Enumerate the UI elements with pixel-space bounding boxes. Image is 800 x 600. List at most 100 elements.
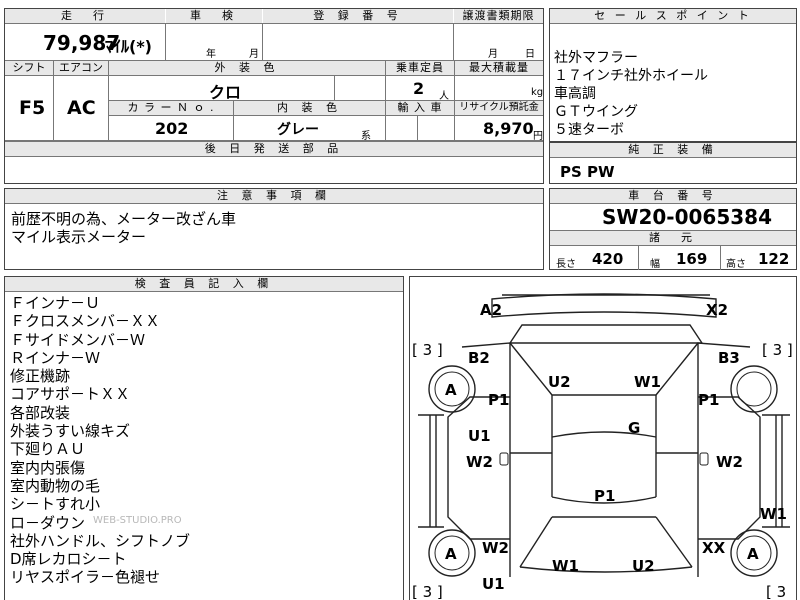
interior-color-suffix: 系 [361, 131, 371, 142]
code-label: W1 [552, 557, 579, 575]
sales-point-item: ＧＴウイング [554, 104, 638, 120]
inspector-line: Ｒインナ－Ｗ [10, 348, 101, 367]
code-label: U2 [632, 557, 655, 575]
code-label: G [628, 419, 641, 437]
recycle-value: 8,970 [483, 119, 534, 138]
dims-divider-1 [638, 245, 639, 270]
watermark: WEB-STUDIO.PRO [93, 515, 182, 526]
chassis-header: 車 台 番 号 [550, 189, 796, 204]
dims-divider-2 [720, 245, 721, 270]
exterior-color-cell-b [335, 75, 386, 101]
interior-color-header: 内 装 色 [234, 101, 386, 116]
max-load-header: 最大積載量 [455, 61, 543, 76]
transfer-header: 譲渡書類期限 [454, 9, 543, 24]
notes-text: 前歴不明の為、メーター改ざん車 マイル表示メーター [11, 210, 236, 246]
parts-header: 後 日 発 送 部 品 [5, 141, 543, 157]
ac-header: エアコン [54, 61, 109, 76]
inspector-list: Ｆインナ－Ｕ Ｆクロスメンバ－ＸＸ Ｆサイドメンバ－Ｗ Ｒインナ－Ｗ 修正機跡 … [10, 294, 190, 587]
inspector-line: シ－トすれ小 [10, 495, 101, 514]
interior-color-value: グレー [277, 122, 319, 138]
equipment-value: PS PW [560, 163, 615, 181]
sales-points-list: 社外マフラー １７インチ社外ホイール 車高調 ＧＴウイング ５速ターボ [554, 49, 708, 139]
recycle-header: リサイクル預託金 [455, 101, 543, 116]
recycle-unit: 円 [533, 131, 543, 142]
inspector-line: Ｆサイドメンバ－Ｗ [10, 330, 146, 349]
code-label: [ 3 ] [412, 583, 443, 600]
chassis-value: SW20-0065384 [602, 205, 773, 229]
inspector-line: 社外ハンドル、シフトノブ [10, 531, 191, 550]
code-label: P1 [594, 487, 616, 505]
exterior-color-header: 外 装 色 [109, 61, 386, 76]
height-label: 高さ [726, 259, 746, 270]
code-label: W2 [716, 453, 743, 471]
notes-line: 前歴不明の為、メーター改ざん車 [11, 210, 237, 228]
code-label: A2 [480, 301, 503, 319]
code-label: B3 [718, 349, 740, 367]
color-no-value: 202 [155, 119, 189, 138]
mileage-unit: ﾏｲﾙ(*) [105, 37, 152, 56]
equipment-header: 純 正 装 備 [550, 143, 796, 158]
length-label: 長さ [556, 259, 576, 270]
width-label: 幅 [650, 259, 660, 270]
sales-point-item: ５速ターボ [554, 122, 624, 138]
shift-header: シフト [5, 61, 54, 76]
notes-line: マイル表示メーター [11, 228, 147, 246]
code-label: [ 3 ] [412, 341, 443, 359]
code-label: W2 [466, 453, 493, 471]
code-label: P1 [698, 391, 720, 409]
sales-point-item: 社外マフラー [554, 50, 638, 66]
ac-value: AC [67, 97, 96, 119]
transfer-day: 日 [525, 49, 535, 60]
length-value: 420 [592, 250, 624, 268]
inspector-line: 下廻りＡＵ [10, 440, 86, 459]
inspector-line: D席レカロシ－ト [10, 550, 127, 569]
transfer-month: 月 [488, 49, 498, 60]
inspector-line: Ｆクロスメンバ－ＸＸ [10, 312, 161, 331]
import-cell-b [418, 115, 455, 141]
damage-diagram: A2 X2 [ 3 ] B2 B3 [ 3 ] U2 W1 A P1 P1 U1… [409, 276, 797, 600]
code-label: A [445, 545, 457, 563]
notes-block: 注 意 事 項 欄 前歴不明の為、メーター改ざん車 マイル表示メーター [4, 188, 544, 270]
notes-header: 注 意 事 項 欄 [5, 189, 543, 204]
code-label: [ 3 [766, 583, 787, 600]
inspection-year: 年 [206, 49, 216, 60]
inspector-line: 外装うすい線キズ [10, 422, 131, 441]
inspector-line: リヤスポイラ－色褪せ [10, 568, 161, 587]
sales-points-block: セ ー ル ス ポ イ ン ト 社外マフラー １７インチ社外ホイール 車高調 Ｇ… [549, 8, 797, 142]
sales-point-item: １７インチ社外ホイール [554, 68, 708, 84]
equipment-block: 純 正 装 備 PS PW [549, 142, 797, 184]
code-label: B2 [468, 349, 490, 367]
code-label: U1 [482, 575, 505, 593]
code-label: U1 [468, 427, 491, 445]
capacity-unit: 人 [439, 91, 449, 102]
capacity-header: 乗車定員 [386, 61, 455, 76]
code-label: W2 [482, 539, 509, 557]
inspection-month: 月 [249, 49, 259, 60]
exterior-color-value: クロ [209, 83, 242, 102]
chassis-block: 車 台 番 号 SW20-0065384 諸 元 長さ 420 幅 169 高さ… [549, 188, 797, 270]
inspector-line: 室内動物の毛 [10, 476, 101, 495]
mileage-header: 走 行 [5, 9, 165, 24]
max-load-unit: kg [531, 87, 544, 98]
code-label: XX [702, 539, 726, 557]
registration-header: 登 録 番 号 [263, 9, 453, 24]
import-header: 輸 入 車 [386, 101, 455, 116]
inspector-line: 修正機跡 [10, 367, 71, 386]
code-label: A [445, 381, 457, 399]
width-value: 169 [676, 250, 708, 268]
code-label: W1 [760, 505, 787, 523]
inspector-header: 検 査 員 記 入 欄 [5, 277, 403, 292]
inspection-header: 車 検 [166, 9, 262, 24]
code-label: W1 [634, 373, 661, 391]
inspector-line: 室内内張傷 [10, 458, 86, 477]
code-label: U2 [548, 373, 571, 391]
code-label: X2 [706, 301, 729, 319]
registration-cell [263, 23, 454, 61]
dims-header: 諸 元 [550, 230, 796, 246]
inspector-line: 各部改装 [10, 403, 71, 422]
height-value: 122 [758, 250, 790, 268]
sales-point-item: 車高調 [554, 86, 596, 102]
vehicle-info-block: 走 行 車 検 登 録 番 号 譲渡書類期限 79,987 ﾏｲﾙ(*) 年 月… [4, 8, 544, 184]
code-label: [ 3 ] [762, 341, 793, 359]
color-no-header: カ ラ ー Ｎ ｏ . [109, 101, 234, 116]
